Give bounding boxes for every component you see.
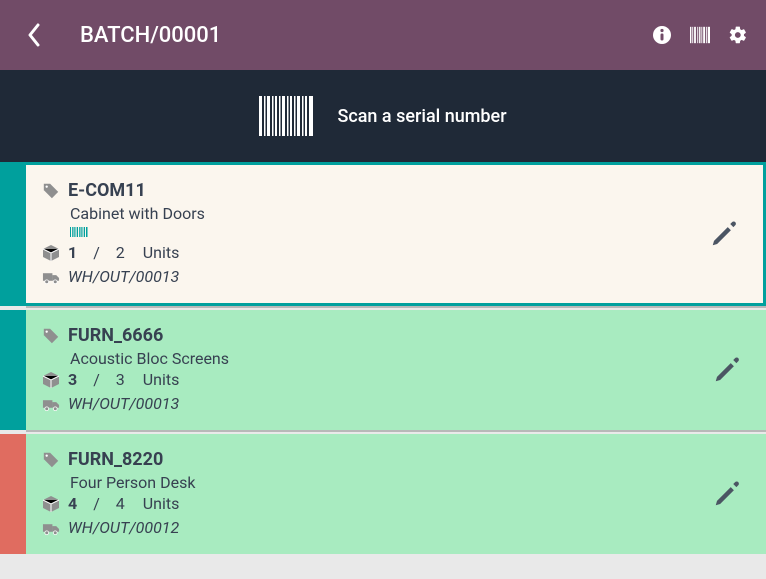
tracking-barcode-icon: [70, 227, 747, 237]
sku-label: FURN_8220: [68, 446, 163, 473]
edit-button[interactable]: [712, 479, 742, 509]
qty-done: 1: [68, 241, 77, 265]
scan-bar[interactable]: Scan a serial number: [0, 70, 766, 162]
cube-icon: [42, 244, 60, 262]
app-root: BATCH/00001 Scan a serial number E-COM11…: [0, 0, 766, 579]
stripe-indicator: [0, 434, 26, 554]
line-card[interactable]: E-COM11Cabinet with Doors 1 / 2 UnitsWH/OUT/…: [26, 165, 766, 303]
app-header: BATCH/00001: [0, 0, 766, 70]
edit-button[interactable]: [712, 355, 742, 385]
settings-button[interactable]: [728, 25, 748, 45]
cube-icon: [42, 495, 60, 513]
picking-ref: WH/OUT/00013: [68, 392, 179, 416]
uom-label: Units: [143, 492, 180, 516]
sku-label: E-COM11: [68, 177, 146, 204]
gear-icon: [728, 25, 748, 45]
qty-separator: /: [93, 492, 100, 516]
tag-icon: [42, 327, 60, 345]
info-button[interactable]: [652, 25, 672, 45]
edit-button[interactable]: [709, 219, 739, 249]
tag-icon: [42, 451, 60, 469]
product-name: Acoustic Bloc Screens: [70, 349, 750, 368]
line-row[interactable]: FURN_6666Acoustic Bloc Screens3 / 3 UnitsWH…: [0, 308, 766, 430]
info-icon: [652, 25, 672, 45]
qty-done: 4: [68, 492, 77, 516]
qty-demand: 2: [116, 241, 125, 265]
line-card[interactable]: FURN_8220Four Person Desk4 / 4 UnitsWH/OUT/…: [26, 434, 766, 554]
truck-icon: [42, 519, 60, 537]
pencil-icon: [712, 479, 742, 509]
line-row[interactable]: FURN_8220Four Person Desk4 / 4 UnitsWH/OUT/…: [0, 432, 766, 554]
lines-list[interactable]: E-COM11Cabinet with Doors1/2UnitsWH/OUT/…: [0, 162, 766, 579]
cube-icon: [42, 371, 60, 389]
qty-separator: /: [93, 368, 100, 392]
barcode-icon: [690, 26, 710, 44]
picking-ref: WH/OUT/00013: [68, 265, 179, 289]
pencil-icon: [709, 219, 739, 249]
line-card[interactable]: FURN_6666Acoustic Bloc Screens3 / 3 UnitsWH…: [26, 310, 766, 430]
header-actions: [652, 25, 748, 45]
uom-label: Units: [143, 241, 180, 265]
barcode-large-icon: [259, 96, 313, 136]
scan-prompt: Scan a serial number: [337, 106, 506, 127]
stripe-indicator: [0, 165, 26, 303]
truck-icon: [42, 395, 60, 413]
product-name: Cabinet with Doors: [70, 204, 747, 223]
qty-separator: /: [93, 241, 100, 265]
sku-label: FURN_6666: [68, 322, 163, 349]
picking-ref: WH/OUT/00012: [68, 516, 179, 540]
line-row[interactable]: E-COM11Cabinet with Doors 1 / 2 UnitsWH/OUT/…: [0, 162, 766, 306]
chevron-left-icon: [27, 23, 41, 47]
page-title: BATCH/00001: [80, 23, 652, 48]
pencil-icon: [712, 355, 742, 385]
stripe-indicator: [0, 310, 26, 430]
barcode-button[interactable]: [690, 25, 710, 45]
tag-icon: [42, 182, 60, 200]
qty-demand: 4: [116, 492, 125, 516]
truck-icon: [42, 268, 60, 286]
product-name: Four Person Desk: [70, 473, 750, 492]
back-button[interactable]: [10, 11, 58, 59]
qty-done: 3: [68, 368, 77, 392]
qty-demand: 3: [116, 368, 125, 392]
uom-label: Units: [143, 368, 180, 392]
